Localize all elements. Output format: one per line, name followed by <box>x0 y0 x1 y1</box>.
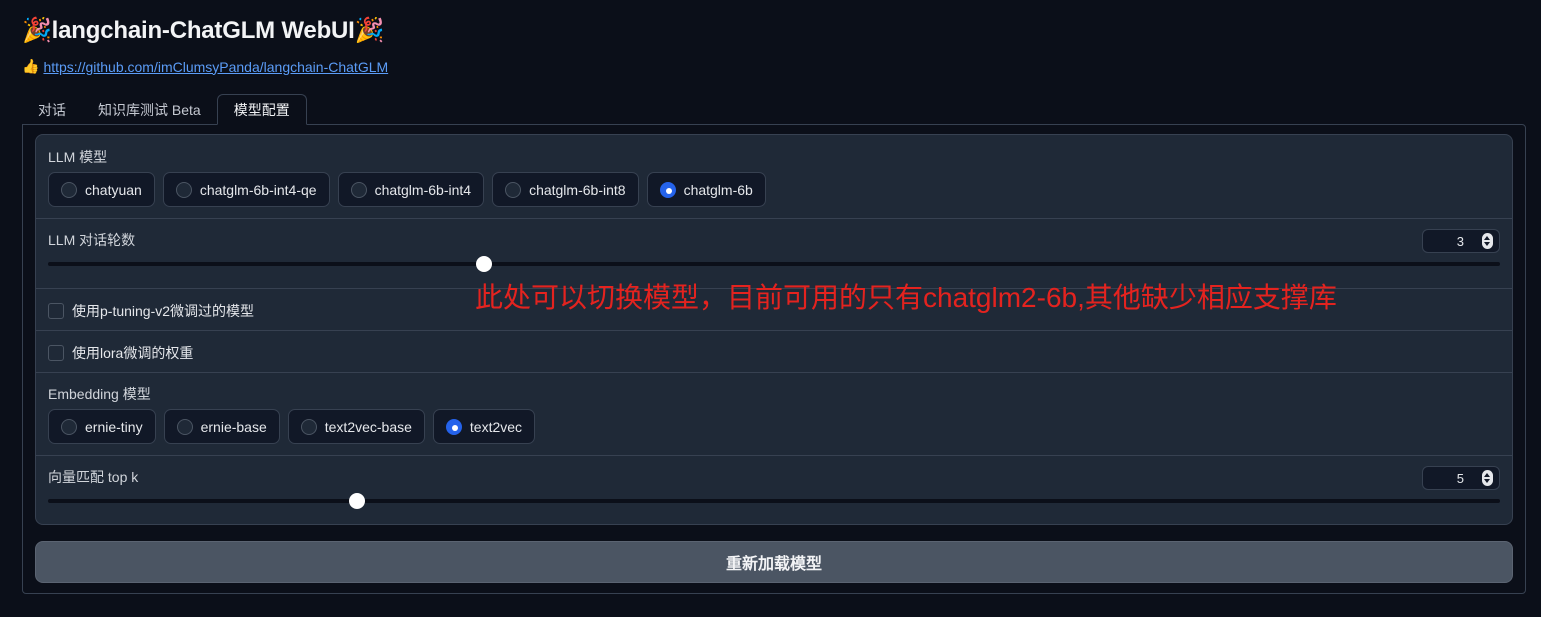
slider-thumb[interactable] <box>475 256 492 272</box>
thumbs-up-icon: 👍 <box>22 58 40 74</box>
llm-option-label: chatglm-6b <box>683 181 753 198</box>
radio-checked-icon <box>659 181 676 198</box>
tab-chat[interactable]: 对话 <box>22 94 82 125</box>
llm-option-label: chatglm-6b-int4-qe <box>199 181 317 198</box>
radio-checked-icon <box>445 418 462 435</box>
tab-knowledge-base-test[interactable]: 知识库测试 Beta <box>82 94 217 125</box>
top-k-value: 5 <box>1456 470 1464 486</box>
llm-option-chatglm-6b-int4-qe[interactable]: chatglm-6b-int4-qe <box>162 172 330 207</box>
embedding-option-ernie-base[interactable]: ernie-base <box>163 409 280 444</box>
embedding-option-text2vec-base[interactable]: text2vec-base <box>287 409 425 444</box>
embedding-option-text2vec[interactable]: text2vec <box>432 409 536 444</box>
radio-icon <box>176 418 193 435</box>
repo-link[interactable]: https://github.com/imClumsyPanda/langcha… <box>43 59 388 75</box>
llm-model-block: LLM 模型 chatyuan chatglm-6b-int4-qe chatg… <box>36 135 1512 218</box>
lora-checkbox-row[interactable]: 使用lora微调的权重 <box>48 343 193 363</box>
top-k-label: 向量匹配 top k <box>48 469 139 485</box>
radio-icon <box>505 181 522 198</box>
llm-option-label: chatglm-6b-int8 <box>529 181 626 198</box>
embedding-option-label: text2vec <box>469 418 523 435</box>
top-k-number-input[interactable]: 5 <box>1422 466 1500 490</box>
history-len-slider[interactable] <box>48 256 1500 272</box>
radio-icon <box>61 418 77 435</box>
page-title: 🎉langchain-ChatGLM WebUI🎉 <box>22 17 385 44</box>
embedding-option-ernie-tiny[interactable]: ernie-tiny <box>48 409 156 444</box>
annotation-text: 此处可以切换模型，目前可用的只有chatglm2-6b,其他缺少相应支撑库 <box>475 282 1337 313</box>
lora-block: 使用lora微调的权重 <box>36 330 1512 372</box>
ptuning-checkbox[interactable] <box>48 303 64 319</box>
reload-model-button[interactable]: 重新加载模型 <box>35 541 1513 583</box>
radio-icon <box>175 181 192 198</box>
history-len-label: LLM 对话轮数 <box>48 232 136 248</box>
slider-thumb[interactable] <box>349 493 366 509</box>
tab-model-config[interactable]: 模型配置 <box>216 94 307 125</box>
repo-link-row: 👍 https://github.com/imClumsyPanda/langc… <box>22 58 388 75</box>
ptuning-label: 使用p-tuning-v2微调过的模型 <box>72 303 255 319</box>
top-k-block: 向量匹配 top k 5 <box>36 455 1512 524</box>
llm-model-label: LLM 模型 <box>48 149 108 165</box>
radio-icon <box>350 181 367 198</box>
ptuning-checkbox-row[interactable]: 使用p-tuning-v2微调过的模型 <box>48 301 254 321</box>
lora-checkbox[interactable] <box>48 345 64 361</box>
llm-option-chatglm-6b[interactable]: chatglm-6b <box>646 172 766 207</box>
lora-label: 使用lora微调的权重 <box>72 345 194 361</box>
llm-option-chatglm-6b-int8[interactable]: chatglm-6b-int8 <box>492 172 639 207</box>
top-k-slider[interactable] <box>48 493 1500 509</box>
history-len-number-input[interactable]: 3 <box>1422 229 1500 253</box>
embedding-radio-group: ernie-tiny ernie-base text2vec-base text… <box>48 409 536 444</box>
llm-model-radio-group: chatyuan chatglm-6b-int4-qe chatglm-6b-i… <box>48 172 766 207</box>
embedding-option-label: text2vec-base <box>324 418 412 435</box>
tab-bar: 对话 知识库测试 Beta 模型配置 <box>22 94 307 125</box>
embedding-option-label: ernie-base <box>200 418 267 435</box>
history-len-value: 3 <box>1456 233 1464 249</box>
embedding-model-block: Embedding 模型 ernie-tiny ernie-base text2… <box>36 372 1512 455</box>
radio-icon <box>61 181 77 198</box>
embedding-model-label: Embedding 模型 <box>48 386 151 402</box>
embedding-option-label: ernie-tiny <box>85 418 143 435</box>
llm-option-label: chatglm-6b-int4 <box>374 181 472 198</box>
spinner-icon[interactable] <box>1482 470 1493 486</box>
radio-icon <box>300 418 317 435</box>
model-settings-panel: LLM 模型 chatyuan chatglm-6b-int4-qe chatg… <box>35 134 1513 525</box>
llm-option-chatyuan[interactable]: chatyuan <box>48 172 155 207</box>
llm-option-label: chatyuan <box>85 181 142 198</box>
spinner-icon[interactable] <box>1482 233 1493 249</box>
llm-option-chatglm-6b-int4[interactable]: chatglm-6b-int4 <box>337 172 485 207</box>
